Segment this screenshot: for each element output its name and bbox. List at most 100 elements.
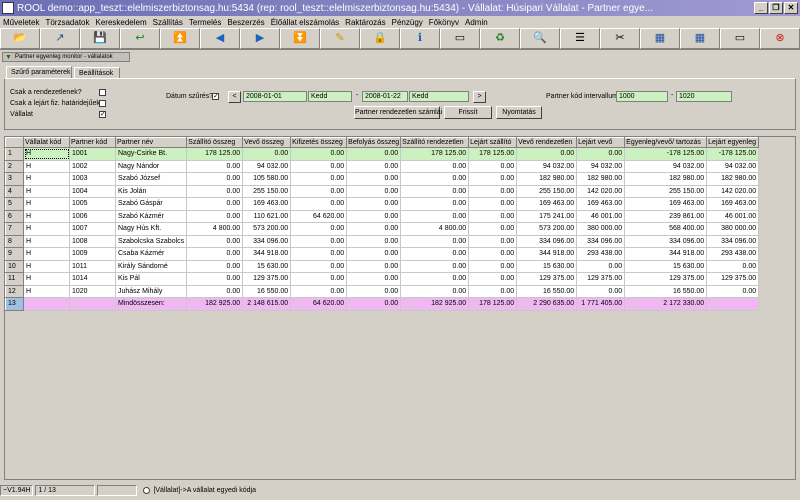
table-row[interactable]: 8 H 1008 Szabolcska Szabolcs 0.00 334 096.00 0…	[5, 234, 760, 248]
table-cell[interactable]: 0.00	[186, 185, 244, 198]
table-cell[interactable]: 0.00	[468, 260, 518, 273]
table-cell[interactable]: 16 550.00	[624, 285, 708, 298]
table-cell[interactable]: 129 375.00	[516, 272, 578, 286]
column-header[interactable]: Partner név	[114, 137, 188, 148]
table-cell[interactable]: 178 125.00	[186, 147, 244, 161]
list-icon[interactable]: ☰	[560, 28, 600, 49]
table-cell[interactable]	[706, 297, 760, 311]
table-cell[interactable]: 1004	[69, 185, 116, 198]
table-cell[interactable]: 0.00	[468, 160, 518, 173]
date-from-field[interactable]: 2008-01-01	[243, 91, 307, 102]
first-record-icon[interactable]: ⏫	[160, 28, 200, 49]
table-cell[interactable]: H	[23, 210, 70, 223]
table-cell[interactable]: 0.00	[186, 197, 244, 211]
table-cell[interactable]: 16 550.00	[242, 285, 292, 298]
table-cell[interactable]: 169 463.00	[242, 197, 292, 211]
close-window-button[interactable]: ✕	[784, 2, 798, 14]
export-icon[interactable]: ↗	[40, 28, 80, 49]
table-cell[interactable]: 334 096.00	[624, 235, 708, 248]
table-cell[interactable]: 0.00	[346, 247, 402, 261]
save-icon[interactable]: 💾	[80, 28, 120, 49]
menu-admin[interactable]: Admin	[465, 18, 488, 27]
table-cell[interactable]: 182 980.00	[624, 172, 708, 186]
column-header[interactable]: Partner kód	[69, 137, 116, 148]
table-cell[interactable]: 0.00	[346, 185, 402, 198]
row-number[interactable]: 6	[5, 209, 24, 223]
table-cell[interactable]: 0.00	[346, 260, 402, 273]
table-cell[interactable]: 344 918.00	[516, 247, 578, 261]
table-cell[interactable]: 1008	[69, 235, 116, 248]
table-cell[interactable]: 46 001.00	[706, 210, 760, 223]
table-cell[interactable]: 0.00	[400, 197, 470, 211]
table-cell[interactable]: 1006	[69, 210, 116, 223]
column-header[interactable]: Szállító rendezetlen	[400, 137, 470, 148]
table-cell[interactable]: 2 172 330.00	[624, 297, 708, 311]
table-cell[interactable]: 344 918.00	[624, 247, 708, 261]
table-cell[interactable]: H	[23, 285, 70, 298]
table-cell[interactable]: 0.00	[186, 285, 244, 298]
table-cell[interactable]: Nagy Nándor	[115, 160, 188, 173]
table-cell[interactable]: 105 580.00	[242, 172, 292, 186]
table-cell[interactable]: 0.00	[290, 160, 348, 173]
only-expired-checkbox[interactable]	[99, 100, 106, 107]
table-cell[interactable]: 0.00	[706, 285, 760, 298]
table-cell[interactable]: H	[23, 185, 70, 198]
table-cell[interactable]: 0.00	[290, 235, 348, 248]
table-cell[interactable]: 2 148 615.00	[242, 297, 292, 311]
partner-unpaid-invoices-button[interactable]: Partner rendezetlen számlái	[354, 106, 442, 119]
table-cell[interactable]: 94 032.00	[242, 160, 292, 173]
search-icon[interactable]: 🔍	[520, 28, 560, 49]
table-cell[interactable]: 15 630.00	[516, 260, 578, 273]
panel-icon[interactable]: ▭	[720, 28, 760, 49]
row-number[interactable]: 5	[5, 197, 24, 211]
table-cell[interactable]: H	[23, 247, 70, 261]
last-record-icon[interactable]: ⏬	[280, 28, 320, 49]
table-cell[interactable]: 255 150.00	[624, 185, 708, 198]
table-cell[interactable]: -178 125.00	[706, 147, 760, 161]
table-cell[interactable]: 0.00	[346, 160, 402, 173]
table-cell[interactable]: 344 918.00	[242, 247, 292, 261]
table-cell[interactable]: Csaba Kázmér	[115, 247, 188, 261]
print-button[interactable]: Nyomtatás	[496, 106, 542, 119]
table-cell[interactable]: Juhász Mihály	[115, 285, 188, 298]
table-cell[interactable]: 0.00	[400, 260, 470, 273]
table-cell[interactable]: 0.00	[346, 222, 402, 236]
table-cell[interactable]: 1002	[69, 160, 116, 173]
table-cell[interactable]: 0.00	[346, 210, 402, 223]
table-cell[interactable]: 0.00	[400, 160, 470, 173]
table-cell[interactable]: 0.00	[400, 185, 470, 198]
table-cell[interactable]: 0.00	[576, 147, 626, 161]
prev-date-button[interactable]: <	[228, 91, 241, 103]
table-cell[interactable]: 0.00	[290, 197, 348, 211]
row-number[interactable]: 4	[5, 184, 24, 198]
table-row[interactable]: 11 H 1014 Kis Pál 0.00 129 375.00 0.00 0.00 0.00…	[5, 272, 760, 286]
column-header[interactable]: Kifizetés összeg	[290, 137, 348, 148]
table-cell[interactable]: 0.00	[468, 285, 518, 298]
table-cell[interactable]: 0.00	[468, 272, 518, 286]
table-cell[interactable]: 94 032.00	[706, 160, 760, 173]
menu-torzsadatok[interactable]: Törzsadatok	[45, 18, 89, 27]
table-row[interactable]: 12 H 1020 Juhász Mihály 0.00 16 550.00 0.00 0.0…	[5, 284, 760, 298]
table-cell[interactable]: 1005	[69, 197, 116, 211]
column-header[interactable]: Vevő rendezetlen	[516, 137, 578, 148]
next-date-button[interactable]: >	[473, 91, 486, 103]
table-cell[interactable]: 1014	[69, 272, 116, 286]
table-cell[interactable]: 573 200.00	[516, 222, 578, 236]
table-cell[interactable]	[69, 297, 116, 311]
row-number[interactable]: 8	[5, 234, 24, 248]
lock-icon[interactable]: 🔒	[360, 28, 400, 49]
table-cell[interactable]: Szabolcska Szabolcs	[115, 235, 188, 248]
table-cell[interactable]: 293 438.00	[706, 247, 760, 261]
menu-beszerzes[interactable]: Beszerzés	[227, 18, 264, 27]
menu-fokonyv[interactable]: Főkönyv	[429, 18, 459, 27]
table-cell[interactable]: 0.00	[468, 185, 518, 198]
date-to-field[interactable]: 2008-01-22	[362, 91, 408, 102]
table-cell[interactable]: Mindösszesen:	[115, 297, 188, 311]
table-row[interactable]: 10 H 1011 Király Sándorné 0.00 15 630.00 0.00 0…	[5, 259, 760, 273]
table-cell[interactable]: 0.00	[576, 260, 626, 273]
row-number[interactable]: 12	[5, 284, 24, 298]
table-cell[interactable]: 1009	[69, 247, 116, 261]
table-cell[interactable]: 142 020.00	[576, 185, 626, 198]
table-cell[interactable]: Kis Pál	[115, 272, 188, 286]
table-cell[interactable]: 0.00	[290, 285, 348, 298]
